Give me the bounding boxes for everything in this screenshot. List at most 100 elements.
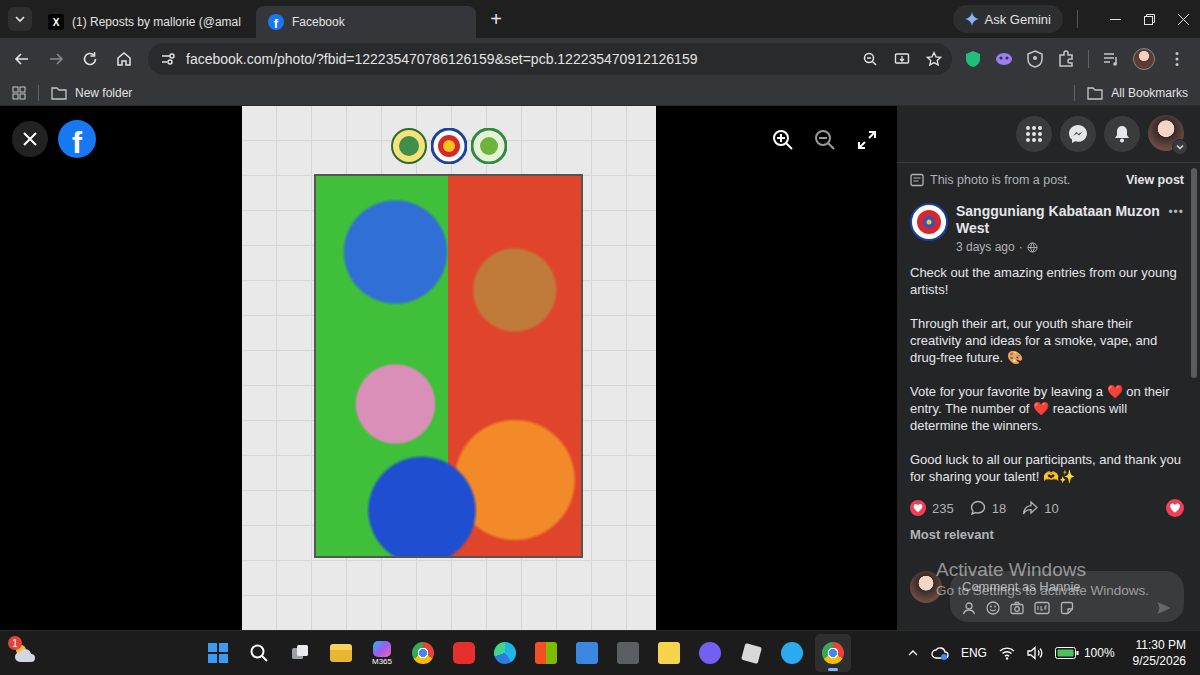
bookmark-folder[interactable]: New folder <box>51 86 132 100</box>
chevron-up-icon[interactable] <box>907 647 919 659</box>
close-viewer-button[interactable] <box>12 121 48 157</box>
ask-gemini-button[interactable]: Ask Gemini <box>953 5 1063 33</box>
reaction-count[interactable]: 235 <box>910 500 954 516</box>
messenger-button[interactable] <box>1060 116 1096 152</box>
browser-tab[interactable]: fFacebook <box>256 6 476 38</box>
privacy-extension-icon[interactable] <box>1026 50 1044 68</box>
notifications-button[interactable] <box>1104 116 1140 152</box>
profile-avatar[interactable] <box>1133 48 1155 70</box>
mask-extension-icon[interactable] <box>995 50 1013 68</box>
taskbar-app[interactable] <box>200 634 236 672</box>
page-name[interactable]: Sangguniang Kabataan Muzon West <box>956 203 1160 237</box>
sparkle-icon <box>965 12 979 26</box>
page-avatar-icon[interactable] <box>910 203 948 241</box>
send-icon[interactable] <box>1156 600 1172 616</box>
star-icon[interactable] <box>926 51 942 67</box>
taskbar-app[interactable] <box>446 634 482 672</box>
battery-indicator[interactable]: 100% <box>1055 646 1115 660</box>
restore-button[interactable] <box>1132 0 1166 38</box>
menu-dots-icon[interactable] <box>1168 50 1186 68</box>
sticker-icon[interactable] <box>1060 601 1074 615</box>
bookmarks-bar: New folder All Bookmarks <box>0 80 1200 106</box>
comment-sort[interactable]: Most relevant <box>897 521 1200 544</box>
forward-button[interactable] <box>40 43 72 75</box>
puzzle-icon[interactable] <box>1057 50 1075 68</box>
shield-extension-icon[interactable] <box>964 50 982 68</box>
back-button[interactable] <box>6 43 38 75</box>
taskbar-app[interactable] <box>733 634 769 672</box>
address-bar[interactable]: facebook.com/photo/?fbid=122235470786126… <box>148 43 952 75</box>
taskbar-app[interactable] <box>610 634 646 672</box>
time: 11:30 PM <box>1136 637 1186 653</box>
telegram-icon <box>781 642 803 664</box>
new-tab-button[interactable]: + <box>482 5 510 33</box>
gif-icon[interactable] <box>1034 601 1050 615</box>
post-paragraph: Vote for your favorite by leaving a ❤️ o… <box>910 383 1182 434</box>
apps-grid-icon[interactable] <box>12 86 26 100</box>
install-app-icon[interactable] <box>894 51 910 67</box>
tab-search-button[interactable] <box>8 7 32 31</box>
toolbar: facebook.com/photo/?fbid=122235470786126… <box>0 38 1200 80</box>
comment-placeholder: Comment as Hannie <box>962 579 1172 594</box>
cloud-sync-icon[interactable] <box>931 645 949 661</box>
taskbar-app[interactable] <box>815 634 851 672</box>
all-bookmarks[interactable]: All Bookmarks <box>1087 86 1188 100</box>
bookmark-label: All Bookmarks <box>1111 86 1188 100</box>
post-paragraph: Good luck to all our participants, and t… <box>910 451 1182 485</box>
post-panel: This photo is from a post.View postSangg… <box>897 106 1200 630</box>
love-button[interactable] <box>1166 499 1184 517</box>
share-count[interactable]: 10 <box>1022 500 1058 516</box>
zoom-out-button[interactable] <box>807 122 843 158</box>
zoom-icon[interactable] <box>862 51 878 67</box>
weather-widget[interactable]: 1 <box>12 640 42 666</box>
browser-tab[interactable]: X(1) Reposts by mallorie (@amal <box>36 6 256 38</box>
taskbar-app[interactable] <box>569 634 605 672</box>
taskbar-app[interactable] <box>405 634 441 672</box>
chrome-icon <box>412 642 434 664</box>
zoom-in-button[interactable] <box>765 122 801 158</box>
divider <box>1077 10 1078 28</box>
tab-strip: X(1) Reposts by mallorie (@amalfFacebook… <box>0 0 1200 38</box>
scrollbar[interactable] <box>1191 168 1197 378</box>
avatar-sticker-icon[interactable] <box>962 601 976 615</box>
taskbar-app[interactable] <box>282 634 318 672</box>
arrow-right-icon <box>47 50 65 68</box>
home-icon <box>115 50 133 68</box>
account-button[interactable] <box>1148 115 1186 153</box>
taskbar-app[interactable] <box>487 634 523 672</box>
comment-input[interactable]: Comment as Hannie <box>950 571 1184 622</box>
chrome-icon <box>822 642 844 664</box>
taskbar-app[interactable] <box>528 634 564 672</box>
taskbar-app[interactable]: M365 <box>364 634 400 672</box>
home-button[interactable] <box>108 43 140 75</box>
post-text: Check out the amazing entries from our y… <box>897 260 1200 495</box>
emoji-icon[interactable] <box>986 601 1000 615</box>
language-indicator[interactable]: ENG <box>961 646 987 660</box>
speaker-icon[interactable] <box>1027 646 1043 660</box>
menu-button[interactable] <box>1016 116 1052 152</box>
panel-header <box>897 106 1200 163</box>
wifi-icon[interactable] <box>999 646 1015 660</box>
clock[interactable]: 11:30 PM9/25/2026 <box>1133 637 1186 669</box>
windows-icon <box>208 643 228 663</box>
comment-icon <box>970 500 986 516</box>
post-paragraph: Through their art, our youth share their… <box>910 315 1182 366</box>
taskbar-app[interactable] <box>692 634 728 672</box>
reload-button[interactable] <box>74 43 106 75</box>
fullscreen-button[interactable] <box>849 122 885 158</box>
taskbar-app[interactable] <box>241 634 277 672</box>
facebook-logo[interactable]: f <box>58 120 96 158</box>
view-post-link[interactable]: View post <box>1126 173 1184 187</box>
camera-icon[interactable] <box>1010 601 1024 615</box>
comment-count[interactable]: 18 <box>970 500 1006 516</box>
minimize-button[interactable] <box>1098 0 1132 38</box>
close-window-button[interactable] <box>1166 0 1200 38</box>
more-options-button[interactable]: ••• <box>1168 203 1184 219</box>
taskbar-app[interactable] <box>774 634 810 672</box>
post-time[interactable]: 3 days ago· <box>956 240 1160 254</box>
chevron-down-icon <box>1172 139 1188 155</box>
media-control-icon[interactable] <box>1102 50 1120 68</box>
taskbar-app[interactable] <box>651 634 687 672</box>
taskbar-app[interactable] <box>323 634 359 672</box>
notepad-icon <box>576 642 598 664</box>
